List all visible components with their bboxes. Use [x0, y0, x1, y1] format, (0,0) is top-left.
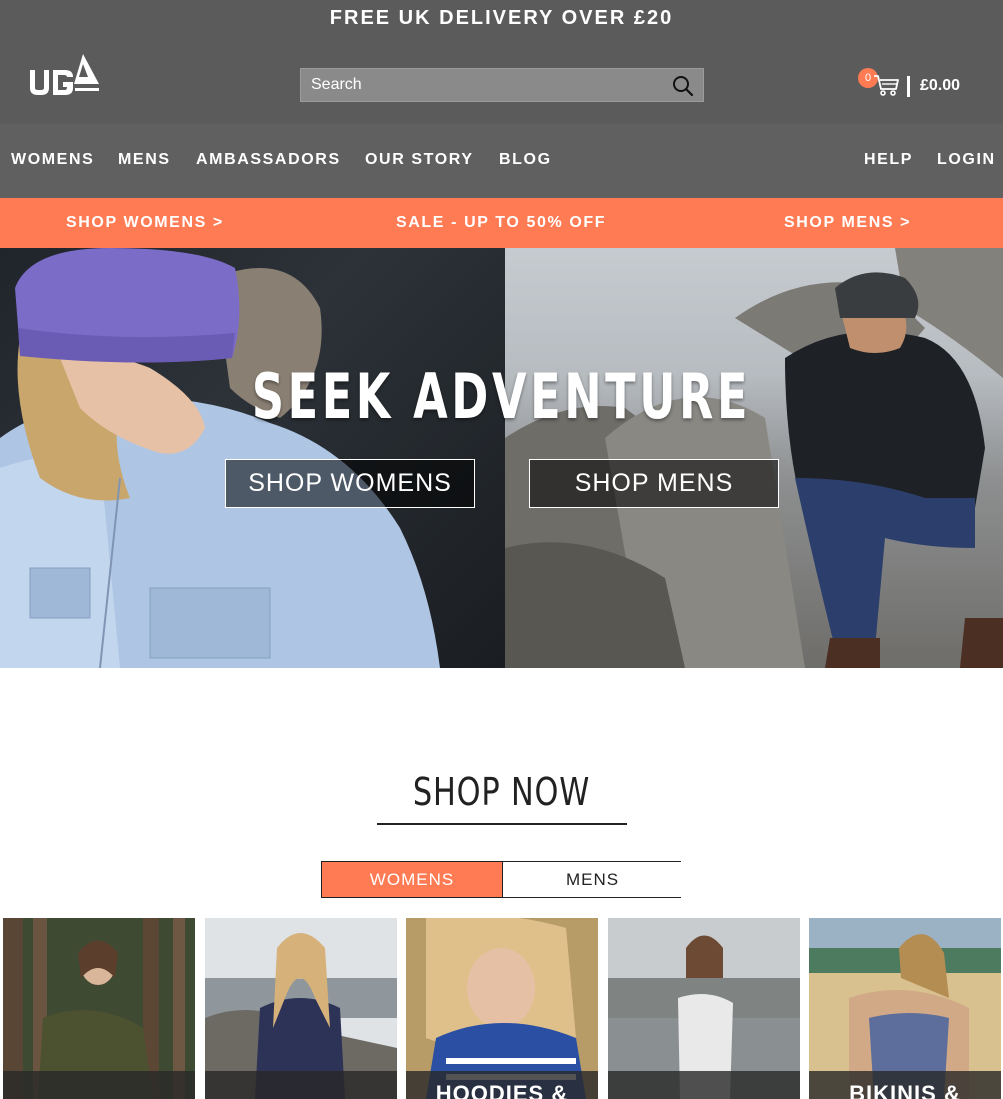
free-delivery-banner: FREE UK DELIVERY OVER £20 — [329, 7, 674, 29]
hero-title: SEEK ADVENTURE — [251, 360, 752, 433]
category-card[interactable]: BIKINIS & — [809, 918, 1001, 1099]
category-card[interactable] — [3, 918, 195, 1099]
shop-now-underline — [377, 823, 627, 825]
cart-button[interactable]: 0 — [858, 66, 908, 106]
tab-womens[interactable]: WOMENS — [322, 862, 502, 897]
nav-item-mens[interactable]: MENS — [118, 151, 171, 169]
ub-logo[interactable] — [27, 50, 101, 98]
nav-item-blog[interactable]: BLOG — [499, 151, 552, 169]
shop-mens-link[interactable]: SHOP MENS > — [784, 214, 911, 232]
top-header: FREE UK DELIVERY OVER £20 0 — [0, 0, 1003, 124]
category-card[interactable] — [608, 918, 800, 1099]
search-icon[interactable] — [671, 74, 695, 98]
nav-item-womens[interactable]: WOMENS — [11, 151, 94, 169]
shop-womens-link[interactable]: SHOP WOMENS > — [66, 214, 224, 232]
hero-banner: SEEK ADVENTURE SHOP WOMENS SHOP MENS — [0, 248, 1003, 668]
nav-item-help[interactable]: HELP — [864, 151, 913, 169]
tab-mens[interactable]: MENS — [502, 862, 682, 897]
nav-item-our-story[interactable]: OUR STORY — [365, 151, 474, 169]
hero-shop-womens-button[interactable]: SHOP WOMENS — [225, 459, 475, 508]
hero-image-womens[interactable] — [0, 248, 505, 668]
sale-link[interactable]: SALE - UP TO 50% OFF — [396, 214, 606, 232]
cart-total[interactable]: £0.00 — [920, 77, 960, 95]
card-label-bar — [205, 1071, 397, 1099]
search-input[interactable] — [301, 69, 661, 101]
cart-icon[interactable] — [872, 70, 900, 98]
cart-divider — [907, 76, 910, 97]
nav-item-login[interactable]: LOGIN — [937, 151, 996, 169]
shop-now-title: SHOP NOW — [412, 770, 591, 814]
sale-bar: SHOP WOMENS > SALE - UP TO 50% OFF SHOP … — [0, 198, 1003, 248]
nav-item-ambassadors[interactable]: AMBASSADORS — [196, 151, 341, 169]
hero-shop-mens-button[interactable]: SHOP MENS — [529, 459, 779, 508]
category-card[interactable] — [205, 918, 397, 1099]
card-label: HOODIES & — [435, 1081, 569, 1099]
main-nav: WOMENS MENS AMBASSADORS OUR STORY BLOG H… — [0, 124, 1003, 198]
card-label-bar — [3, 1071, 195, 1099]
hero-image-mens[interactable] — [505, 248, 1003, 668]
gender-tabs: WOMENS MENS — [321, 861, 682, 898]
category-card[interactable]: HOODIES & — [406, 918, 598, 1099]
card-label: BIKINIS & — [849, 1081, 961, 1099]
search-box[interactable] — [300, 68, 704, 102]
card-label-bar — [608, 1071, 800, 1099]
